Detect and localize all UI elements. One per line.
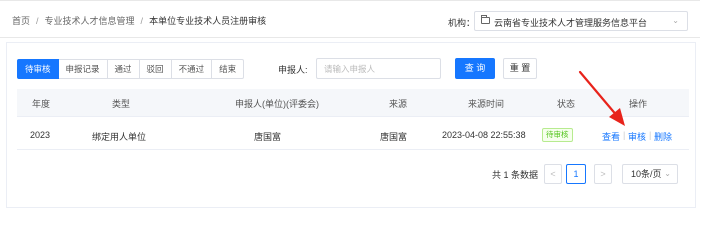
breadcrumb-level1[interactable]: 专业技术人才信息管理: [45, 16, 135, 26]
review-link[interactable]: 审核: [628, 130, 646, 143]
search-button[interactable]: 查 询: [455, 58, 495, 79]
cell-applicant: 唐国富: [254, 132, 282, 142]
tab-rejected[interactable]: 驳回: [139, 59, 172, 79]
folder-icon: [481, 15, 490, 24]
page-size-value: 10条/页: [631, 169, 662, 179]
status-badge: 待审核: [542, 128, 573, 142]
column-header-source-time: 来源时间: [468, 99, 505, 109]
chevron-down-icon: ⌄: [664, 169, 671, 178]
red-annotation-arrow-icon: [578, 70, 625, 126]
breadcrumb-home[interactable]: 首页: [12, 16, 30, 26]
delete-link[interactable]: 删除: [654, 130, 672, 143]
reset-button[interactable]: 重 置: [503, 58, 537, 79]
column-header-year: 年度: [32, 99, 51, 109]
cell-type: 绑定用人单位: [92, 132, 147, 142]
breadcrumb: 首页 / 专业技术人才信息管理 / 本单位专业技术人员注册审核: [12, 14, 266, 27]
view-link[interactable]: 查看: [602, 130, 620, 143]
breadcrumb-separator: /: [36, 16, 39, 26]
action-separator: |: [623, 130, 626, 140]
prev-page-button[interactable]: <: [544, 164, 562, 184]
column-header-type: 类型: [112, 99, 131, 109]
column-header-source: 来源: [389, 99, 408, 109]
page-number-current[interactable]: 1: [566, 164, 586, 184]
tab-approved[interactable]: 通过: [107, 59, 140, 79]
tab-records[interactable]: 申报记录: [58, 59, 108, 79]
cell-source-time: 2023-04-08 22:55:38: [442, 130, 526, 140]
org-select-value: 云南省专业技术人才管理服务信息平台: [494, 18, 648, 28]
org-select[interactable]: 云南省专业技术人才管理服务信息平台 ⌄: [474, 11, 688, 31]
org-label: 机构：: [448, 18, 476, 28]
cell-year: 2023: [30, 130, 51, 140]
breadcrumb-separator: /: [140, 16, 144, 26]
breadcrumb-current: 本单位专业技术人员注册审核: [149, 16, 267, 26]
action-separator: |: [649, 130, 652, 140]
chevron-down-icon: ⌄: [672, 16, 679, 25]
applicant-input[interactable]: [316, 58, 441, 79]
cell-source: 唐国富: [380, 132, 408, 142]
status-tabs: 待审核 申报记录 通过 驳回 不通过 结束: [17, 59, 245, 79]
next-page-button[interactable]: >: [594, 164, 612, 184]
pagination-total: 共 1 条数据: [492, 170, 539, 180]
tab-pending[interactable]: 待审核: [17, 59, 59, 79]
page-size-select[interactable]: 10条/页 ⌄: [622, 164, 678, 184]
tab-not-approved[interactable]: 不通过: [171, 59, 213, 79]
column-header-applicant: 申报人(单位)(评委会): [235, 99, 319, 109]
tab-ended[interactable]: 结束: [212, 59, 245, 79]
top-bar: 首页 / 专业技术人才信息管理 / 本单位专业技术人员注册审核 机构： 云南省专业技术人…: [0, 0, 700, 38]
applicant-label: 申报人:: [278, 65, 308, 75]
